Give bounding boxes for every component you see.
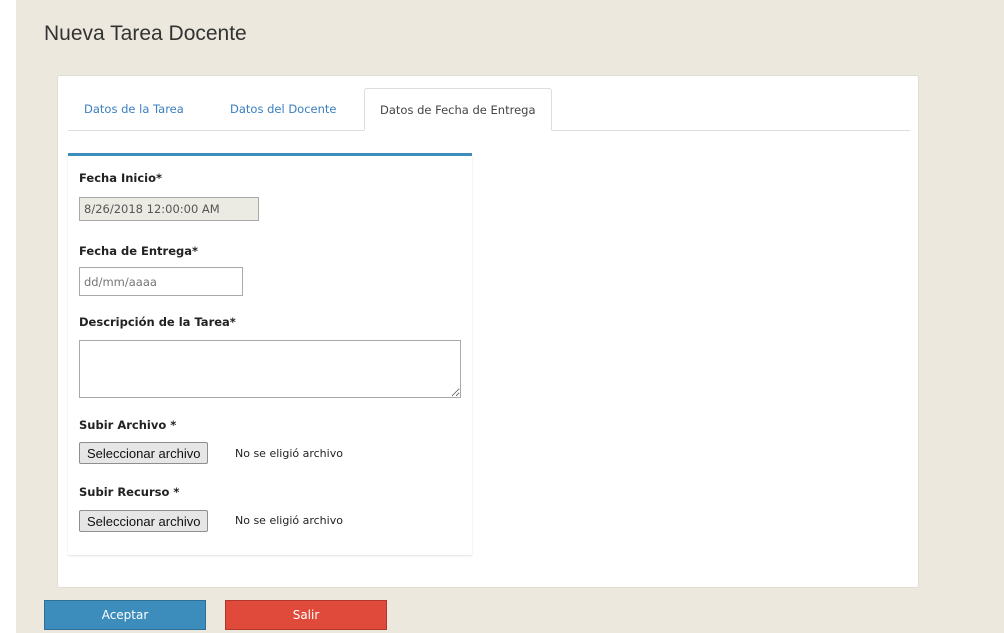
- start-date-label: Fecha Inicio*: [79, 171, 163, 185]
- accept-button[interactable]: Aceptar: [44, 600, 206, 630]
- tab-bar: Datos de la Tarea Datos del Docente Dato…: [68, 88, 910, 131]
- due-date-label: Fecha de Entrega*: [79, 244, 199, 258]
- exit-button[interactable]: Salir: [225, 600, 387, 630]
- start-date-input[interactable]: [79, 197, 259, 221]
- upload-resource-button[interactable]: Seleccionar archivo: [79, 510, 209, 532]
- upload-file-status: No se eligió archivo: [235, 447, 343, 460]
- date-panel: Fecha Inicio* Fecha de Entrega* Descripc…: [68, 153, 472, 555]
- upload-file-button[interactable]: Seleccionar archivo: [79, 442, 209, 464]
- tab-datos-fecha-entrega[interactable]: Datos de Fecha de Entrega: [364, 88, 552, 131]
- upload-file-label: Subir Archivo *: [79, 418, 177, 432]
- upload-resource-label: Subir Recurso *: [79, 485, 180, 499]
- left-strip: [0, 0, 16, 633]
- page-title: Nueva Tarea Docente: [44, 22, 247, 45]
- form-card: Datos de la Tarea Datos del Docente Dato…: [57, 75, 919, 588]
- tab-datos-tarea[interactable]: Datos de la Tarea: [68, 88, 200, 130]
- tab-datos-docente[interactable]: Datos del Docente: [214, 88, 352, 130]
- description-textarea[interactable]: [79, 340, 461, 398]
- due-date-input[interactable]: [79, 267, 243, 296]
- upload-resource-status: No se eligió archivo: [235, 514, 343, 527]
- description-label: Descripción de la Tarea*: [79, 315, 236, 329]
